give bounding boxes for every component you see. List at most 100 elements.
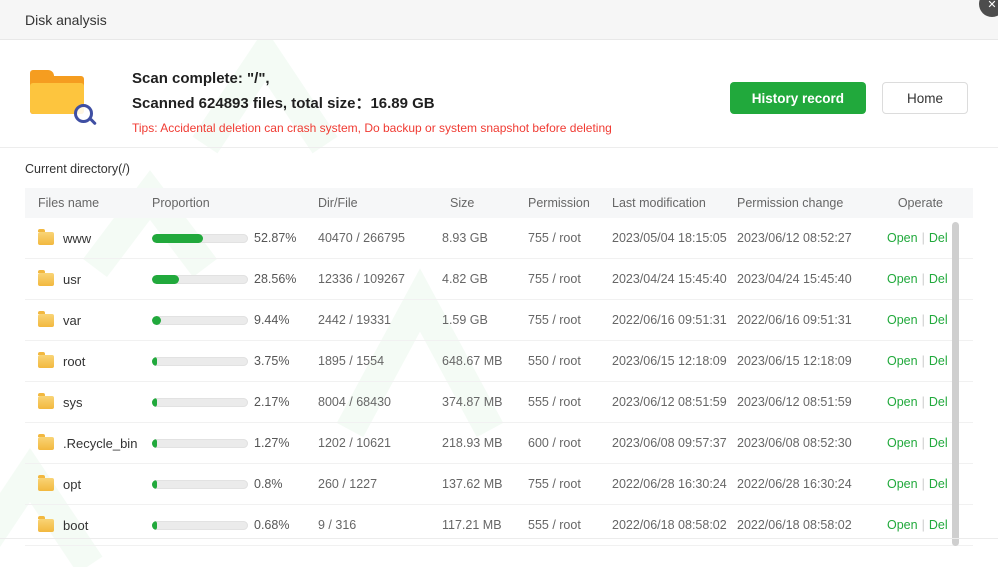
open-link[interactable]: Open — [887, 436, 918, 450]
proportion-fill — [152, 234, 203, 243]
proportion-cell: 2.17% — [152, 395, 318, 409]
folder-icon — [38, 232, 54, 245]
link-separator: | — [922, 354, 925, 368]
operate-cell: Open | Del — [887, 231, 978, 245]
window-titlebar: Disk analysis — [0, 0, 998, 40]
home-button[interactable]: Home — [882, 82, 968, 114]
proportion-cell: 0.68% — [152, 518, 318, 532]
current-directory-label: Current directory(/) — [25, 162, 998, 176]
folder-icon — [38, 519, 54, 532]
proportion-fill — [152, 275, 179, 284]
table-row: boot 0.68% 9 / 316 117.21 MB 555 / root … — [25, 505, 973, 546]
del-link[interactable]: Del — [929, 436, 948, 450]
dir-file-count: 1202 / 10621 — [318, 436, 442, 450]
del-link[interactable]: Del — [929, 477, 948, 491]
permission-change: 2023/06/12 08:51:59 — [737, 395, 887, 409]
file-name-cell: boot — [25, 518, 152, 533]
file-name-cell: www — [25, 231, 152, 246]
dir-file-count: 9 / 316 — [318, 518, 442, 532]
open-link[interactable]: Open — [887, 477, 918, 491]
proportion-fill — [152, 439, 157, 448]
permission: 755 / root — [528, 272, 612, 286]
open-link[interactable]: Open — [887, 272, 918, 286]
dir-file-count: 2442 / 19331 — [318, 313, 442, 327]
scan-status-line1: Scan complete: "/", — [132, 66, 612, 91]
last-modification: 2022/06/16 09:51:31 — [612, 313, 737, 327]
table-header: Files name Proportion Dir/File Size Perm… — [25, 188, 973, 218]
last-modification: 2023/06/08 09:57:37 — [612, 436, 737, 450]
permission: 555 / root — [528, 518, 612, 532]
scan-status-block: Scan complete: "/", Scanned 624893 files… — [132, 66, 612, 135]
dir-file-count: 1895 / 1554 — [318, 354, 442, 368]
permission-change: 2022/06/28 16:30:24 — [737, 477, 887, 491]
permission: 755 / root — [528, 313, 612, 327]
operate-cell: Open | Del — [887, 477, 978, 491]
file-size: 137.62 MB — [442, 477, 528, 491]
permission-change: 2022/06/16 09:51:31 — [737, 313, 887, 327]
operate-cell: Open|Del — [887, 272, 978, 286]
table-row: var 9.44% 2442 / 19331 1.59 GB 755 / roo… — [25, 300, 973, 341]
file-name: www — [63, 231, 91, 246]
proportion-value: 52.87% — [254, 231, 296, 245]
proportion-value: 3.75% — [254, 354, 289, 368]
proportion-cell: 0.8% — [152, 477, 318, 491]
file-size: 8.93 GB — [442, 231, 528, 245]
link-separator: | — [922, 231, 925, 245]
table-scrollbar[interactable] — [952, 222, 959, 546]
file-size: 648.67 MB — [442, 354, 528, 368]
permission-change: 2023/06/12 08:52:27 — [737, 231, 887, 245]
history-record-button[interactable]: History record — [730, 82, 866, 114]
proportion-bar — [152, 480, 248, 489]
operate-cell: Open | Del — [887, 354, 978, 368]
last-modification: 2022/06/28 16:30:24 — [612, 477, 737, 491]
open-link[interactable]: Open — [887, 518, 918, 532]
last-modification: 2022/06/18 08:58:02 — [612, 518, 737, 532]
file-size: 1.59 GB — [442, 313, 528, 327]
link-separator: | — [922, 477, 925, 491]
table-row: www 52.87% 40470 / 266795 8.93 GB 755 / … — [25, 218, 973, 259]
tips-text: Tips: Accidental deletion can crash syst… — [132, 121, 612, 135]
link-separator: | — [922, 395, 925, 409]
proportion-value: 0.8% — [254, 477, 283, 491]
del-link[interactable]: Del — [929, 231, 948, 245]
open-link[interactable]: Open — [887, 395, 918, 409]
open-link[interactable]: Open — [887, 231, 918, 245]
table-row: opt 0.8% 260 / 1227 137.62 MB 755 / root… — [25, 464, 973, 505]
file-name-cell: sys — [25, 395, 152, 410]
table-row: root 3.75% 1895 / 1554 648.67 MB 550 / r… — [25, 341, 973, 382]
del-link[interactable]: Del — [929, 395, 948, 409]
table-row: sys 2.17% 8004 / 68430 374.87 MB 555 / r… — [25, 382, 973, 423]
bottom-divider — [0, 538, 998, 539]
proportion-value: 0.68% — [254, 518, 289, 532]
operate-cell: Open|Del — [887, 518, 978, 532]
proportion-bar — [152, 316, 248, 325]
file-name: root — [63, 354, 85, 369]
permission-change: 2023/06/08 08:52:30 — [737, 436, 887, 450]
proportion-cell: 28.56% — [152, 272, 318, 286]
open-link[interactable]: Open — [887, 313, 918, 327]
del-link[interactable]: Del — [929, 518, 948, 532]
del-link[interactable]: Del — [929, 354, 948, 368]
del-link[interactable]: Del — [929, 313, 948, 327]
file-name-cell: usr — [25, 272, 152, 287]
permission: 755 / root — [528, 231, 612, 245]
column-header-permission: Permission — [528, 196, 612, 210]
header-buttons: History record Home — [730, 82, 968, 114]
column-header-files-name: Files name — [25, 196, 152, 210]
last-modification: 2023/05/04 18:15:05 — [612, 231, 737, 245]
proportion-bar — [152, 439, 248, 448]
operate-cell: Open | Del — [887, 313, 978, 327]
file-name: .Recycle_bin — [63, 436, 137, 451]
proportion-cell: 9.44% — [152, 313, 318, 327]
column-header-operate: Operate — [887, 196, 973, 210]
file-size: 117.21 MB — [442, 518, 528, 532]
dir-file-count: 40470 / 266795 — [318, 231, 442, 245]
link-separator: | — [922, 313, 925, 327]
file-name-cell: var — [25, 313, 152, 328]
proportion-value: 1.27% — [254, 436, 289, 450]
del-link[interactable]: Del — [929, 272, 948, 286]
column-header-size: Size — [442, 196, 528, 210]
open-link[interactable]: Open — [887, 354, 918, 368]
proportion-fill — [152, 398, 157, 407]
table-body: www 52.87% 40470 / 266795 8.93 GB 755 / … — [25, 218, 973, 546]
